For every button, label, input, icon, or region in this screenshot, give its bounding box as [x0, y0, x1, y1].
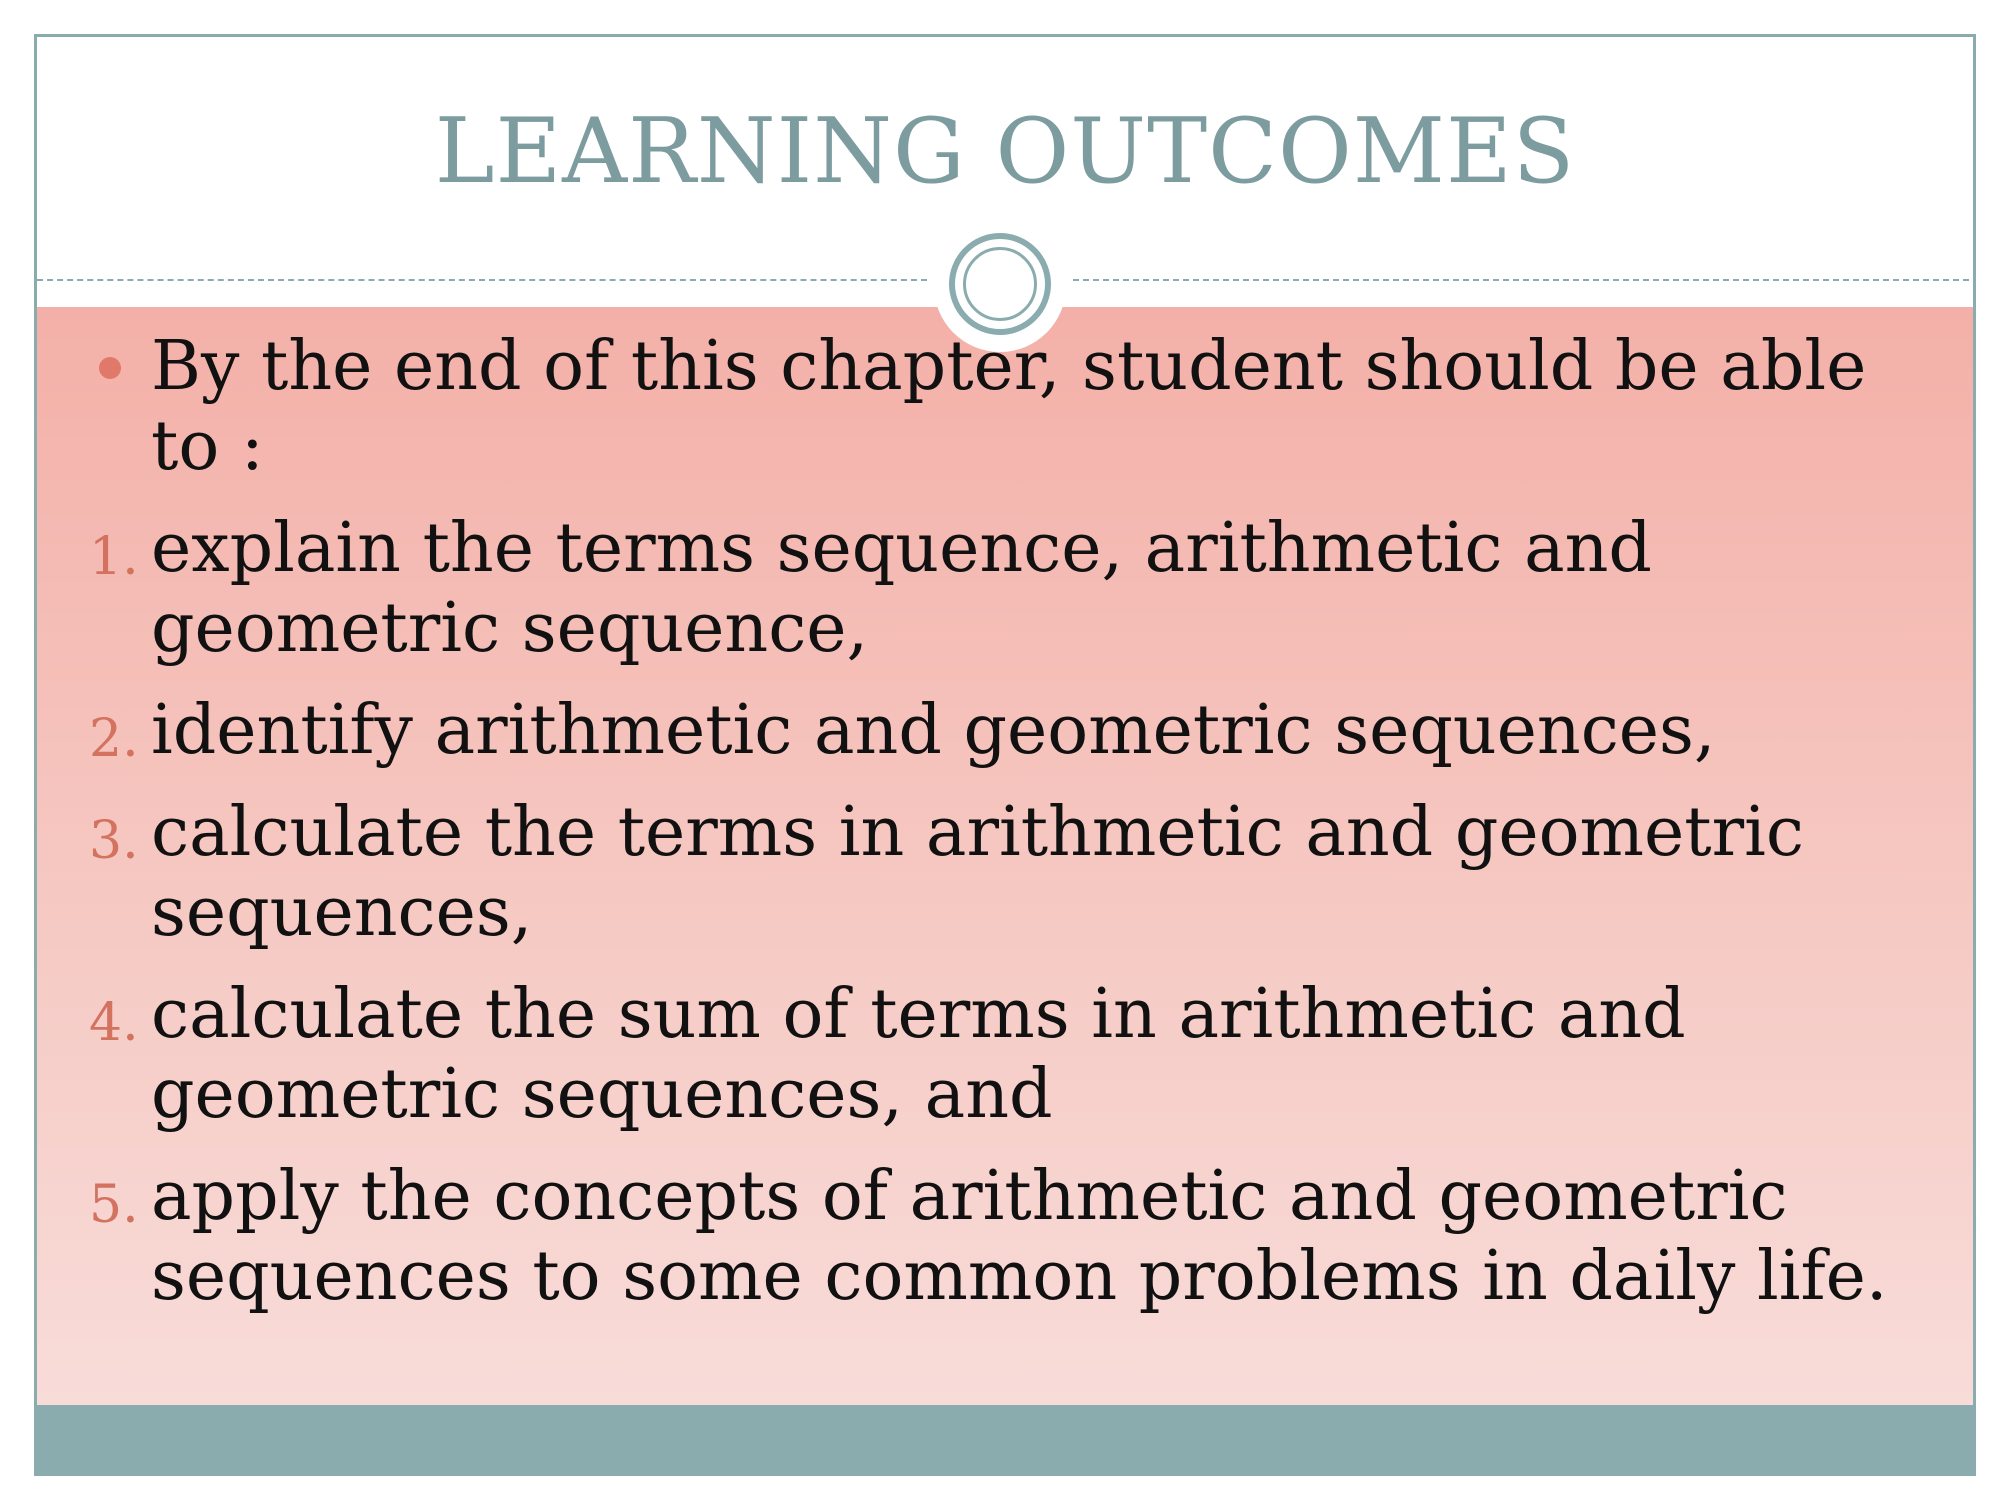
outcome-text: explain the terms sequence, arithmetic a… [151, 509, 1652, 668]
outcome-item-5: 5. apply the concepts of arithmetic and … [37, 1157, 1973, 1317]
outcome-item-4: 4. calculate the sum of terms in arithme… [37, 975, 1973, 1135]
outcome-number: 1. [89, 527, 139, 587]
divider-line-right [1073, 279, 1973, 281]
outcome-text: calculate the sum of terms in arithmetic… [151, 975, 1686, 1134]
page: LEARNING OUTCOMES By the end of this cha… [0, 0, 2000, 1500]
outcome-number: 3. [89, 811, 139, 871]
outcome-item-2: 2. identify arithmetic and geometric seq… [37, 691, 1973, 771]
outcome-text: identify arithmetic and geometric sequen… [151, 691, 1716, 770]
outcome-number: 2. [89, 709, 139, 769]
ring-ornament-inner [963, 247, 1037, 321]
outcome-text: apply the concepts of arithmetic and geo… [151, 1157, 1888, 1316]
outcome-text: calculate the terms in arithmetic and ge… [151, 793, 1804, 952]
slide: LEARNING OUTCOMES By the end of this cha… [34, 34, 1976, 1476]
divider-line-left [37, 279, 927, 281]
intro-text: By the end of this chapter, student shou… [151, 327, 1867, 486]
outcome-number: 4. [89, 993, 139, 1053]
outcome-number: 5. [89, 1175, 139, 1235]
slide-title: LEARNING OUTCOMES [434, 99, 1576, 204]
ring-ornament-icon [949, 233, 1051, 335]
outcome-item-1: 1. explain the terms sequence, arithmeti… [37, 509, 1973, 669]
intro-item: By the end of this chapter, student shou… [37, 327, 1973, 487]
outcome-item-3: 3. calculate the terms in arithmetic and… [37, 793, 1973, 953]
bullet-dot-icon [99, 357, 121, 379]
footer-bar [37, 1405, 1973, 1473]
outcomes-list: By the end of this chapter, student shou… [37, 327, 1973, 1339]
